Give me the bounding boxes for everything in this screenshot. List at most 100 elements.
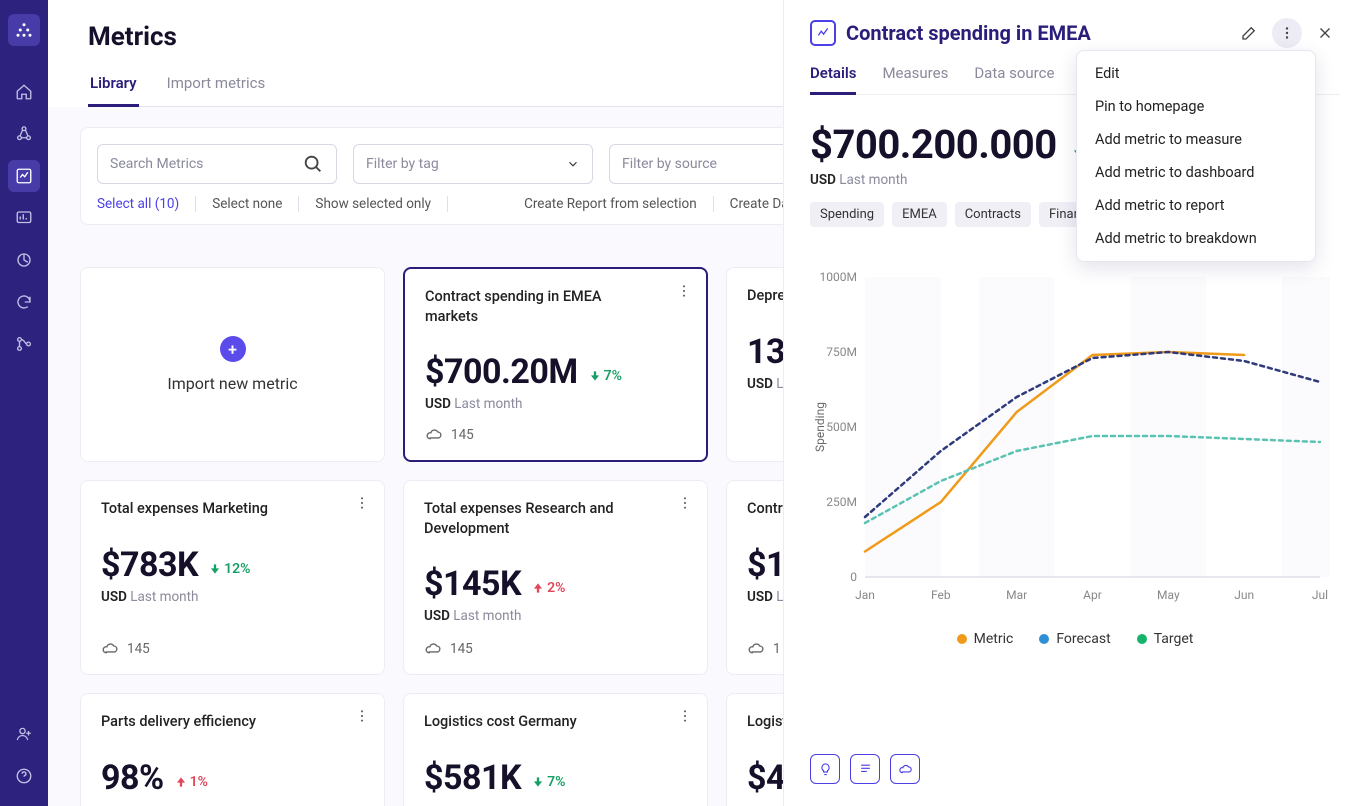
menu-item-add-breakdown[interactable]: Add metric to breakdown <box>1077 222 1315 255</box>
filter-tag-placeholder: Filter by tag <box>366 156 439 172</box>
card-more-icon[interactable] <box>677 708 693 728</box>
card-value: $581K <box>424 758 521 798</box>
panel-tab-measures[interactable]: Measures <box>882 64 948 94</box>
panel-tab-details[interactable]: Details <box>810 64 856 95</box>
nav-branches[interactable] <box>8 328 40 360</box>
svg-text:Spending: Spending <box>813 402 827 452</box>
legend-forecast: Forecast <box>1056 631 1110 647</box>
card-currency: USD <box>424 608 450 624</box>
card-meta: 145 <box>101 640 150 658</box>
nav-structure[interactable] <box>8 118 40 150</box>
show-selected-link[interactable]: Show selected only <box>299 196 448 212</box>
metric-card[interactable]: Logistics cost Germany $581K 7% <box>403 693 708 806</box>
create-report-link[interactable]: Create Report from selection <box>508 196 714 212</box>
nav-metrics[interactable] <box>8 160 40 192</box>
card-more-icon[interactable] <box>354 708 370 728</box>
import-metric-card[interactable]: + Import new metric <box>80 267 385 462</box>
nav-help[interactable] <box>8 760 40 792</box>
nav-sync[interactable] <box>8 286 40 318</box>
nav-home[interactable] <box>8 76 40 108</box>
card-meta: 145 <box>425 426 474 444</box>
nav-dashboards[interactable] <box>8 202 40 234</box>
search-input[interactable]: Search Metrics <box>97 144 337 184</box>
tag-chip[interactable]: Contracts <box>955 202 1031 227</box>
filter-source-placeholder: Filter by source <box>622 156 717 172</box>
panel-tab-data-source[interactable]: Data source <box>974 64 1054 94</box>
tag-chip[interactable]: EMEA <box>892 202 947 227</box>
svg-text:Jun: Jun <box>1234 588 1254 602</box>
svg-text:Feb: Feb <box>931 588 951 602</box>
card-currency: USD <box>747 589 773 605</box>
edit-button[interactable] <box>1234 18 1264 48</box>
card-delta: 7% <box>531 774 565 790</box>
panel-period: Last month <box>839 172 907 188</box>
select-all-link[interactable]: Select all (10) <box>97 196 196 212</box>
card-meta: 1 <box>747 640 781 658</box>
svg-text:Apr: Apr <box>1083 588 1102 602</box>
card-period: Last month <box>130 589 198 605</box>
nav-reports[interactable] <box>8 244 40 276</box>
search-icon <box>302 153 324 175</box>
metric-type-icon <box>810 20 836 46</box>
panel-metric-value: $700.200.000 <box>810 121 1057 168</box>
svg-text:250M: 250M <box>826 495 857 509</box>
metric-card[interactable]: Contract spending in EMEA markets $700.2… <box>403 267 708 462</box>
svg-text:May: May <box>1157 588 1180 602</box>
tag-chip[interactable]: Spending <box>810 202 884 227</box>
tab-library[interactable]: Library <box>88 66 139 107</box>
nav-users[interactable] <box>8 718 40 750</box>
select-none-link[interactable]: Select none <box>196 196 299 212</box>
menu-item-add-report[interactable]: Add metric to report <box>1077 189 1315 222</box>
menu-item-pin[interactable]: Pin to homepage <box>1077 90 1315 123</box>
insight-button[interactable] <box>810 754 840 784</box>
card-title: Total expenses Marketing <box>101 499 331 519</box>
card-more-icon[interactable] <box>676 283 692 303</box>
svg-text:500M: 500M <box>826 420 857 434</box>
cloud-button[interactable] <box>890 754 920 784</box>
app-logo[interactable] <box>8 14 40 46</box>
more-options-button[interactable] <box>1272 18 1302 48</box>
card-currency: USD <box>101 589 127 605</box>
card-period: Last month <box>453 608 521 624</box>
card-value: $1 <box>747 545 785 585</box>
tab-import-metrics[interactable]: Import metrics <box>165 66 268 106</box>
metric-card[interactable]: Total expenses Marketing $783K12% USD La… <box>80 480 385 675</box>
chevron-down-icon <box>566 157 580 171</box>
more-options-menu: Edit Pin to homepage Add metric to measu… <box>1076 50 1316 262</box>
card-value: $145K <box>424 564 521 604</box>
card-meta: 145 <box>424 640 473 658</box>
svg-text:Jul: Jul <box>1312 588 1328 602</box>
svg-text:Jan: Jan <box>855 588 875 602</box>
import-label: Import new metric <box>167 374 297 393</box>
card-value: $783K <box>101 545 198 585</box>
card-delta: 7% <box>588 368 622 384</box>
card-title: Contract spending in EMEA markets <box>425 287 655 326</box>
chart-legend: Metric Forecast Target <box>810 631 1340 647</box>
svg-text:Mar: Mar <box>1006 588 1027 602</box>
card-currency: USD <box>747 376 773 392</box>
card-delta: 1% <box>174 774 208 790</box>
card-title: Parts delivery efficiency <box>101 712 331 732</box>
menu-item-add-measure[interactable]: Add metric to measure <box>1077 123 1315 156</box>
close-panel-button[interactable] <box>1310 18 1340 48</box>
card-period: Last month <box>454 396 522 412</box>
svg-text:0: 0 <box>850 570 857 584</box>
main-region: Metrics Library Import metrics Search Me… <box>48 0 1366 806</box>
menu-item-edit[interactable]: Edit <box>1077 57 1315 90</box>
left-navbar <box>0 0 48 806</box>
metric-detail-panel: Contract spending in EMEA Details Measur… <box>783 0 1366 806</box>
card-delta: 2% <box>531 580 565 596</box>
card-title: Logistics cost Germany <box>424 712 654 732</box>
metric-card[interactable]: Parts delivery efficiency 98%1% <box>80 693 385 806</box>
filter-tag-select[interactable]: Filter by tag <box>353 144 593 184</box>
card-more-icon[interactable] <box>354 495 370 515</box>
panel-title: Contract spending in EMEA <box>846 21 1224 45</box>
notes-button[interactable] <box>850 754 880 784</box>
card-value: $700.20M <box>425 352 578 392</box>
svg-text:750M: 750M <box>826 345 857 359</box>
plus-icon: + <box>220 336 246 362</box>
search-placeholder: Search Metrics <box>110 156 203 172</box>
menu-item-add-dashboard[interactable]: Add metric to dashboard <box>1077 156 1315 189</box>
metric-card[interactable]: Total expenses Research and Development … <box>403 480 708 675</box>
card-more-icon[interactable] <box>677 495 693 515</box>
